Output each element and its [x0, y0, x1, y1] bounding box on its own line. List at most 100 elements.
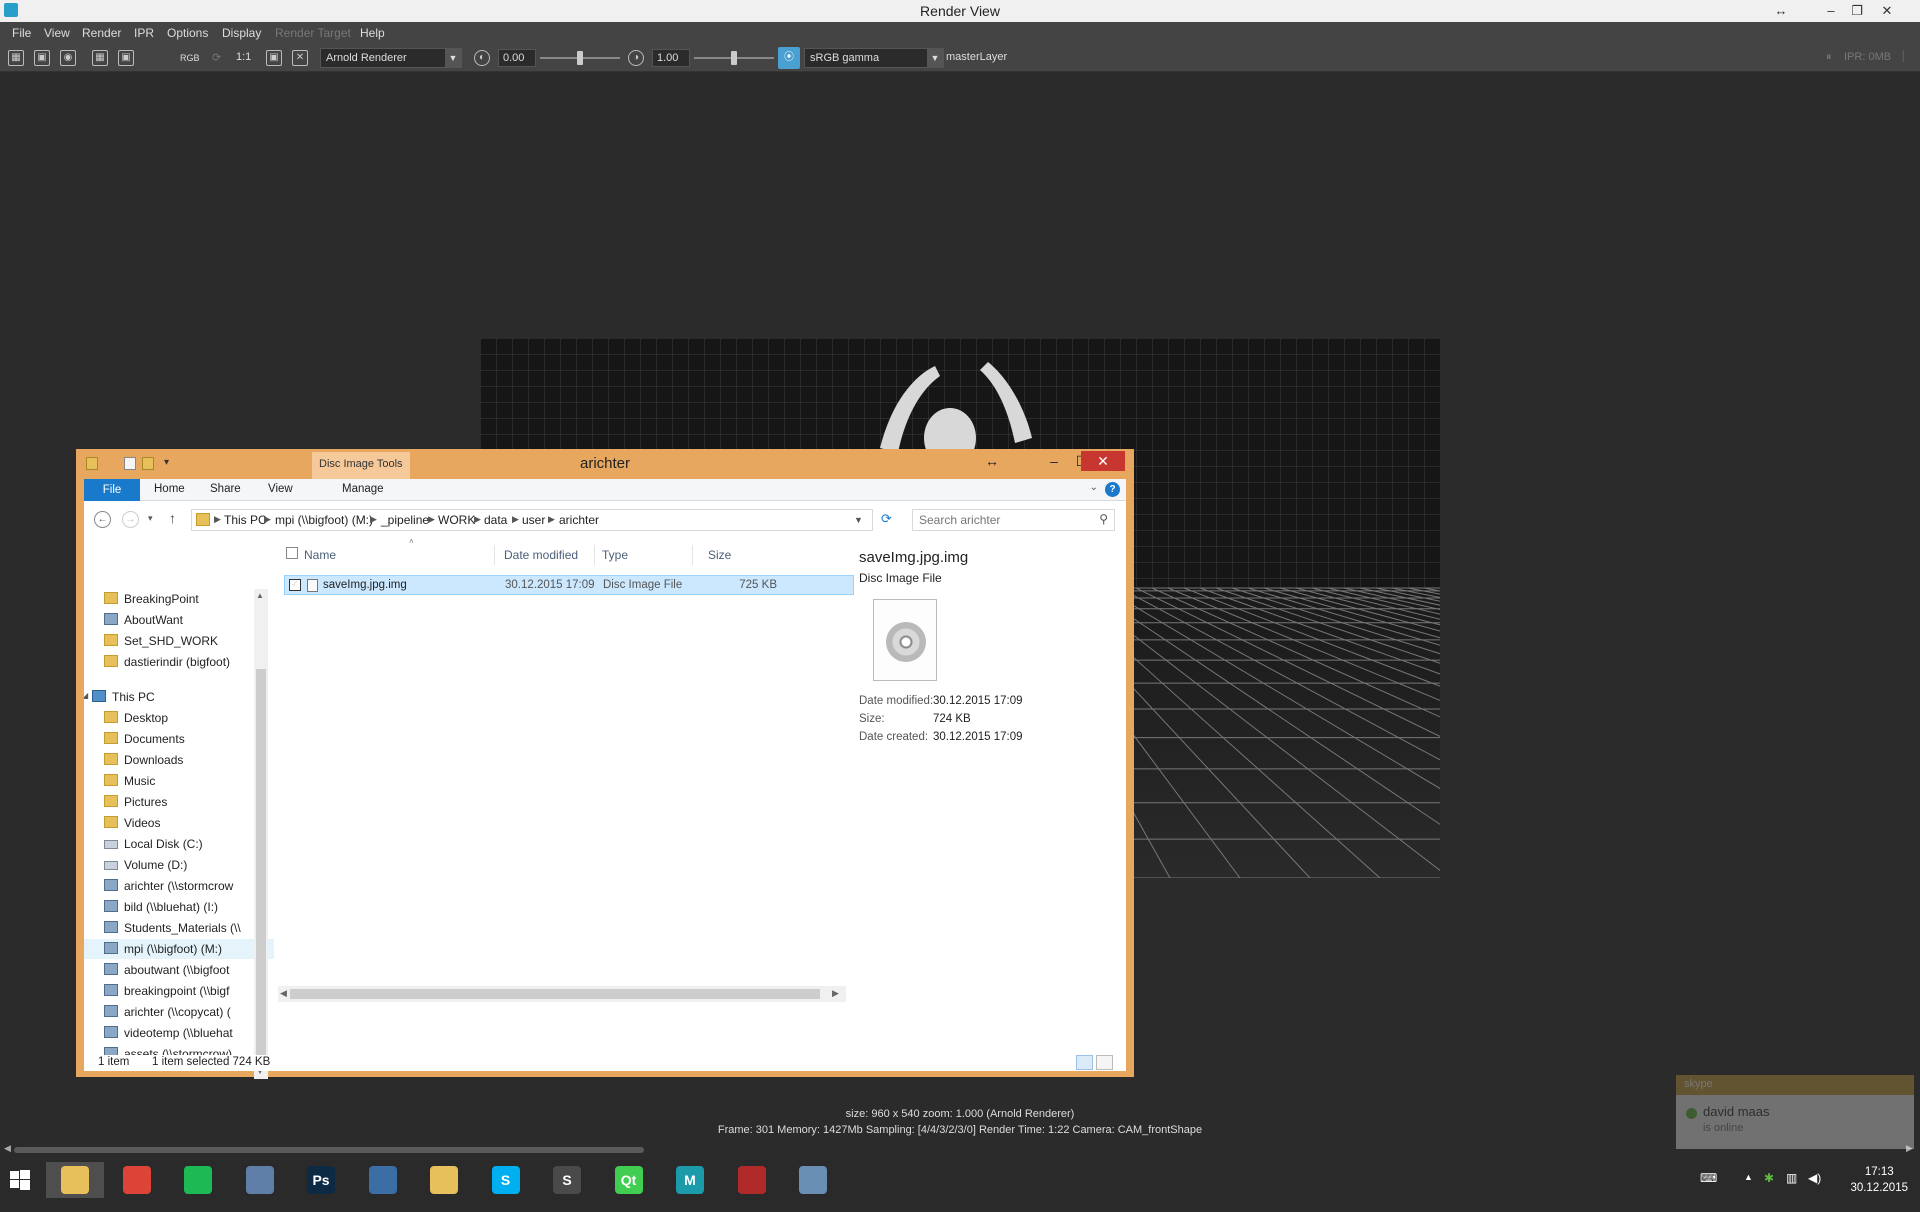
- taskbar-app-photoshop[interactable]: Ps: [292, 1162, 350, 1198]
- gamma-field[interactable]: 1.00: [652, 49, 690, 67]
- taskbar-app-davinci[interactable]: [723, 1162, 781, 1198]
- column-header-type[interactable]: Type: [602, 548, 628, 562]
- file-list-hscroll-thumb[interactable]: [290, 989, 820, 999]
- taskbar-app-file-explorer[interactable]: [46, 1162, 104, 1198]
- gamma-slider-knob[interactable]: [731, 51, 737, 65]
- search-input[interactable]: Search arichter ⚲: [912, 509, 1115, 531]
- column-divider[interactable]: [692, 545, 693, 565]
- breadcrumb-separator[interactable]: ▶: [264, 514, 271, 525]
- render-view-hscrollbar[interactable]: ◀ ▶: [0, 1143, 1920, 1157]
- network-icon[interactable]: ▥: [1786, 1171, 1797, 1211]
- details-view-icon[interactable]: [1076, 1055, 1093, 1070]
- up-button[interactable]: ↑: [169, 510, 176, 526]
- file-list-hscrollbar[interactable]: ◀ ▶: [278, 986, 846, 1002]
- tab-file[interactable]: File: [84, 479, 140, 501]
- column-header-name[interactable]: Name: [304, 548, 336, 562]
- breadcrumb-separator[interactable]: ▶: [512, 514, 519, 525]
- scroll-left-icon[interactable]: ◀: [280, 988, 287, 999]
- clock[interactable]: 17:13 30.12.2015: [1850, 1164, 1908, 1196]
- nav-item[interactable]: Music: [84, 771, 274, 791]
- column-header-size[interactable]: Size: [708, 548, 731, 562]
- display-image-icon[interactable]: ▣: [266, 50, 282, 66]
- menu-render[interactable]: Render: [82, 26, 121, 40]
- render-region-icon[interactable]: ▣: [34, 50, 50, 66]
- taskbar-app-sublime[interactable]: S: [538, 1162, 596, 1198]
- address-bar[interactable]: ▶ This PC ▶ mpi (\\bigfoot) (M:) ▶ _pipe…: [191, 509, 873, 531]
- rgb-channel-toggle[interactable]: RGB: [180, 53, 200, 63]
- color-management-icon[interactable]: ⦿: [778, 47, 800, 69]
- keyboard-icon[interactable]: ⌨: [1700, 1171, 1717, 1211]
- nav-item[interactable]: Set_SHD_WORK: [84, 631, 274, 651]
- gamma-slider[interactable]: [694, 51, 774, 65]
- nav-item[interactable]: aboutwant (\\bigfoot: [84, 960, 274, 980]
- ipr-icon[interactable]: ▣: [118, 50, 134, 66]
- breadcrumb-work[interactable]: WORK: [438, 513, 475, 527]
- colorspace-select[interactable]: sRGB gamma ▼: [804, 48, 944, 68]
- navigation-pane-scrollbar[interactable]: ▲ ▼: [254, 589, 268, 1079]
- select-all-checkbox[interactable]: [286, 547, 298, 559]
- remove-image-icon[interactable]: ✕: [292, 50, 308, 66]
- volume-icon[interactable]: ◀): [1808, 1171, 1821, 1211]
- nav-item[interactable]: mpi (\\bigfoot) (M:): [84, 939, 274, 959]
- exposure-field[interactable]: 0.00: [498, 49, 536, 67]
- close-button[interactable]: ✕: [1081, 451, 1125, 471]
- nav-item[interactable]: AboutWant: [84, 610, 274, 630]
- taskbar-app-qt[interactable]: Qt: [600, 1162, 658, 1198]
- tab-share[interactable]: Share: [210, 483, 241, 495]
- taskbar-app-app-globe[interactable]: [231, 1162, 289, 1198]
- menu-display[interactable]: Display: [222, 26, 261, 40]
- breadcrumb-separator[interactable]: ▶: [428, 514, 435, 525]
- breadcrumb-data[interactable]: data: [484, 513, 507, 527]
- menu-help[interactable]: Help: [360, 26, 385, 40]
- menu-render-target[interactable]: Render Target: [275, 26, 351, 40]
- nav-item[interactable]: arichter (\\copycat) (: [84, 1002, 274, 1022]
- nav-item[interactable]: videotemp (\\bluehat: [84, 1023, 274, 1043]
- taskbar-app-chrome[interactable]: [108, 1162, 166, 1198]
- large-icons-view-icon[interactable]: [1096, 1055, 1113, 1070]
- tray-app-icon[interactable]: ✱: [1764, 1171, 1774, 1211]
- tab-manage[interactable]: Manage: [342, 483, 384, 495]
- pause-ipr-icon[interactable]: ⏸: [1826, 51, 1832, 64]
- nav-item[interactable]: Videos: [84, 813, 274, 833]
- breadcrumb-pipeline[interactable]: _pipeline: [381, 513, 429, 527]
- close-button[interactable]: ✕: [1872, 0, 1902, 22]
- render-frame-icon[interactable]: ▦: [8, 50, 24, 66]
- chevron-down-icon[interactable]: ⌄: [1090, 482, 1098, 493]
- forward-button[interactable]: →: [122, 511, 139, 528]
- breadcrumb-mpi[interactable]: mpi (\\bigfoot) (M:): [275, 513, 373, 527]
- column-header-date-modified[interactable]: Date modified: [504, 548, 578, 562]
- column-divider[interactable]: [494, 545, 495, 565]
- breadcrumb-user[interactable]: user: [522, 513, 545, 527]
- nav-item[interactable]: Volume (D:): [84, 855, 274, 875]
- taskbar-app-paint[interactable]: [784, 1162, 842, 1198]
- nav-item[interactable]: Students_Materials (\\: [84, 918, 274, 938]
- help-icon[interactable]: ?: [1105, 482, 1120, 497]
- nav-item[interactable]: Documents: [84, 729, 274, 749]
- taskbar-app-thunderbird[interactable]: [354, 1162, 412, 1198]
- skype-notification[interactable]: skype david maas is online: [1676, 1075, 1914, 1149]
- resize-icon[interactable]: ↔: [1766, 0, 1796, 22]
- ratio-toggle[interactable]: 1:1: [236, 51, 251, 63]
- breadcrumb-separator[interactable]: ▶: [474, 514, 481, 525]
- nav-item[interactable]: dastierindir (bigfoot): [84, 652, 274, 672]
- chevron-down-icon[interactable]: ▼: [854, 515, 863, 525]
- nav-item[interactable]: ◢ This PC: [84, 687, 274, 707]
- snapshot-icon[interactable]: ◉: [60, 50, 76, 66]
- nav-item[interactable]: breakingpoint (\\bigf: [84, 981, 274, 1001]
- scroll-right-icon[interactable]: ▶: [832, 988, 839, 999]
- taskbar-app-spotify[interactable]: [169, 1162, 227, 1198]
- row-checkbox[interactable]: ✓: [289, 579, 301, 591]
- resize-icon[interactable]: ↔: [978, 451, 1006, 471]
- taskbar-app-file-manager[interactable]: [415, 1162, 473, 1198]
- search-icon[interactable]: ⚲: [1099, 512, 1108, 526]
- nav-item[interactable]: Local Disk (C:): [84, 834, 274, 854]
- breadcrumb-separator[interactable]: ▶: [548, 514, 555, 525]
- tab-view[interactable]: View: [268, 483, 293, 495]
- render-view-hscroll-thumb[interactable]: [14, 1147, 644, 1153]
- ipr-close-icon[interactable]: ⏐: [1900, 51, 1906, 64]
- taskbar-app-skype[interactable]: S: [477, 1162, 535, 1198]
- scroll-up-icon[interactable]: ▲: [256, 591, 264, 600]
- exposure-slider-knob[interactable]: [577, 51, 583, 65]
- tab-home[interactable]: Home: [154, 483, 185, 495]
- nav-item[interactable]: Pictures: [84, 792, 274, 812]
